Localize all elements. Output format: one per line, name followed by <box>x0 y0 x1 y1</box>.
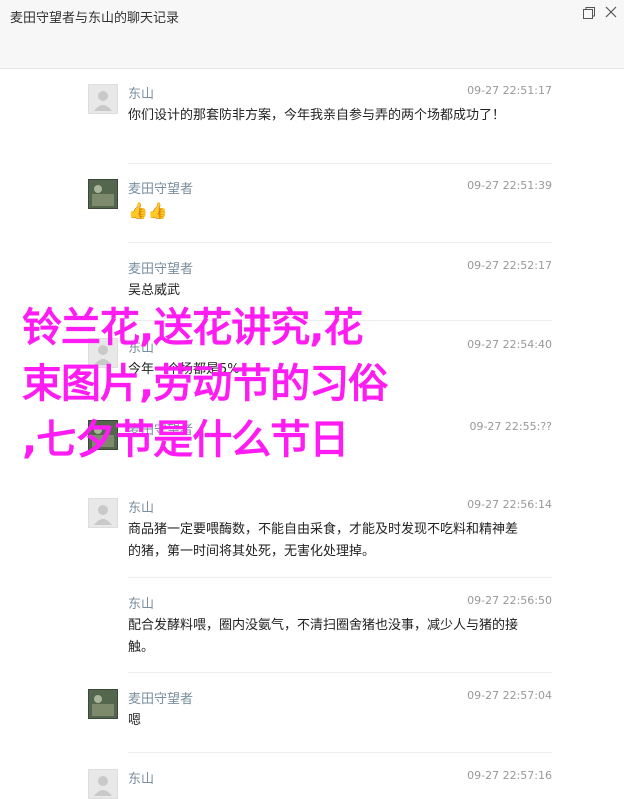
message-time: 09-27 22:56:50 <box>467 594 552 607</box>
restore-icon <box>583 7 595 19</box>
title-bar: 麦田守望者与东山的聊天记录 <box>0 0 624 69</box>
overlay-line: ,七夕节是什么节日 <box>22 417 349 463</box>
sender-name: 麦田守望者 <box>128 182 194 197</box>
sender-name: 东山 <box>128 87 155 102</box>
message-text: 👍👍 <box>128 201 168 220</box>
photo-avatar-icon <box>89 180 117 208</box>
message-text: 你们设计的那套防非方案，今年我亲自参与弄的两个场都成功了！ <box>128 108 506 123</box>
message-time: 09-27 22:57:04 <box>467 689 552 702</box>
avatar <box>88 769 118 799</box>
default-avatar-icon <box>94 505 112 525</box>
sender-name: 东山 <box>128 597 155 612</box>
divider <box>128 163 552 164</box>
divider <box>128 672 552 673</box>
message-time: 09-27 22:56:14 <box>467 498 552 511</box>
divider <box>128 577 552 578</box>
message-text: 嗯 <box>128 713 142 728</box>
restore-button[interactable] <box>582 6 596 20</box>
divider <box>128 752 552 753</box>
default-avatar-icon <box>94 776 112 796</box>
close-icon <box>605 6 617 18</box>
message-time: 09-27 22:57:16 <box>467 769 552 782</box>
sender-name: 东山 <box>128 501 155 516</box>
message-time: 09-27 22:51:17 <box>467 84 552 97</box>
window-title: 麦田守望者与东山的聊天记录 <box>10 11 180 26</box>
overlay-headline: 铃兰花,送花讲究,花 束图片,劳动节的习俗 ,七夕节是什么节日 <box>22 300 622 468</box>
message-time: 09-27 22:51:39 <box>467 179 552 192</box>
avatar <box>88 689 118 719</box>
close-button[interactable] <box>605 6 617 18</box>
photo-avatar-icon <box>89 690 117 718</box>
message-time: 09-27 22:52:17 <box>467 259 552 272</box>
avatar <box>88 84 118 114</box>
overlay-line: 束图片,劳动节的习俗 <box>22 361 388 407</box>
avatar <box>88 498 118 528</box>
message-text: 吴总威武 <box>128 283 181 298</box>
divider <box>128 242 552 243</box>
sender-name: 麦田守望者 <box>128 692 194 707</box>
avatar <box>88 179 118 209</box>
default-avatar-icon <box>94 91 112 111</box>
message-text: 配合发酵料喂，圈内没氨气，不清扫圈舍猪也没事，减少人与猪的接触。 <box>128 618 519 655</box>
message-text: 商品猪一定要喂酶数，不能自由采食，才能及时发现不吃料和精神差的猪，第一时间将其处… <box>128 522 519 559</box>
sender-name: 东山 <box>128 772 155 787</box>
sender-name: 麦田守望者 <box>128 262 194 277</box>
overlay-line: 铃兰花,送花讲究,花 <box>22 305 363 351</box>
